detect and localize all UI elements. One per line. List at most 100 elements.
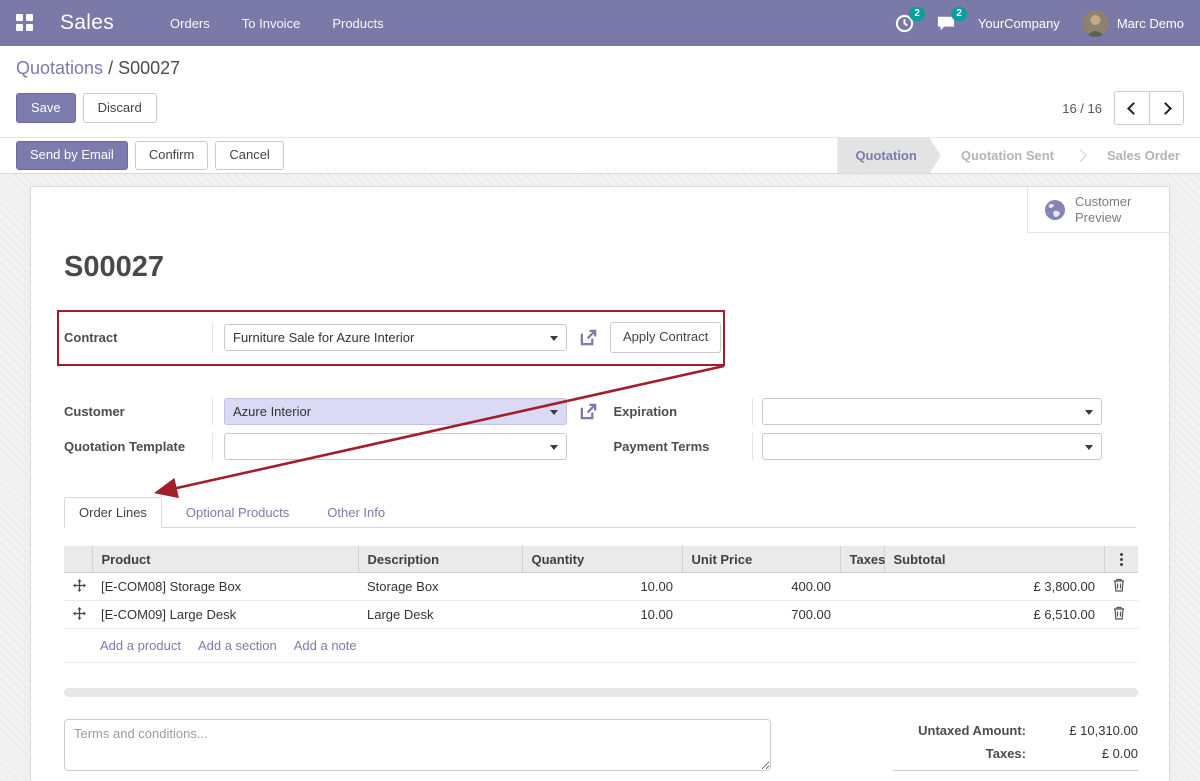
app-brand[interactable]: Sales: [60, 11, 114, 35]
untaxed-amount-label: Untaxed Amount:: [918, 723, 1026, 739]
external-link-icon[interactable]: [579, 328, 598, 347]
messages-badge: 2: [951, 7, 967, 21]
table-row: [E-COM09] Large Desk Large Desk 10.00 70…: [64, 600, 1138, 630]
customer-select[interactable]: Azure Interior: [224, 397, 567, 425]
contract-label: Contract: [64, 329, 118, 345]
content-background: Customer Preview S00027 Contract Furnitu…: [0, 174, 1200, 781]
description-cell[interactable]: Large Desk: [358, 600, 522, 630]
top-navbar: Sales Orders To Invoice Products 2 2 You…: [0, 0, 1200, 46]
user-menu[interactable]: Marc Demo: [1081, 9, 1184, 37]
nav-menu-products[interactable]: Products: [332, 16, 383, 31]
save-button[interactable]: Save: [16, 92, 76, 124]
description-cell[interactable]: Storage Box: [358, 572, 522, 602]
trash-icon: [1114, 579, 1124, 593]
breadcrumb-separator: /: [108, 58, 114, 78]
cancel-button[interactable]: Cancel: [215, 141, 284, 170]
chevron-left-icon: [1127, 101, 1140, 115]
breadcrumb: Quotations / S00027: [16, 58, 1184, 79]
activities-badge: 2: [909, 6, 925, 21]
quantity-cell[interactable]: 10.00: [522, 572, 682, 602]
subtotal-cell: £ 3,800.00: [884, 572, 1104, 602]
subtotal-column-header: Subtotal: [884, 545, 1105, 574]
pager-previous-button[interactable]: [1115, 92, 1149, 124]
tab-order-lines[interactable]: Order Lines: [64, 496, 162, 528]
untaxed-amount-value: £ 10,310.00: [1069, 723, 1138, 739]
terms-and-conditions-input[interactable]: [64, 719, 771, 772]
trash-icon: [1114, 607, 1124, 621]
add-a-section-link[interactable]: Add a section: [198, 638, 277, 653]
confirm-button[interactable]: Confirm: [134, 141, 209, 170]
dropdown-caret-icon: [1084, 444, 1093, 450]
table-footer-links: Add a product Add a section Add a note: [64, 629, 1138, 664]
dropdown-caret-icon: [1084, 409, 1093, 415]
delete-row-button[interactable]: [1104, 600, 1138, 630]
payment-terms-label: Payment Terms: [613, 438, 710, 454]
product-cell[interactable]: [E-COM08] Storage Box: [92, 572, 358, 602]
add-a-product-link[interactable]: Add a product: [100, 638, 181, 653]
add-a-note-link[interactable]: Add a note: [294, 638, 357, 653]
taxes-label: Taxes:: [985, 746, 1026, 762]
customer-preview-label: Customer Preview: [1075, 193, 1132, 225]
messages-icon[interactable]: 2: [936, 7, 967, 32]
vertical-dots-icon: [1114, 552, 1130, 566]
taxes-cell[interactable]: [840, 572, 884, 602]
contract-value: Furniture Sale for Azure Interior: [233, 329, 415, 345]
move-handle-icon: [73, 606, 86, 620]
user-name: Marc Demo: [1116, 15, 1184, 31]
optional-columns-header[interactable]: [1104, 545, 1138, 574]
contract-annotation-box: Contract Furniture Sale for Azure Interi…: [57, 310, 725, 366]
handle-column-header: [64, 545, 93, 574]
quotation-template-label: Quotation Template: [64, 438, 186, 454]
nav-menu-to-invoice[interactable]: To Invoice: [242, 16, 301, 31]
notebook-tabs: Order Lines Optional Products Other Info: [64, 496, 1136, 528]
payment-terms-select[interactable]: [761, 432, 1102, 460]
unit-price-cell[interactable]: 400.00: [682, 572, 840, 602]
activities-icon[interactable]: 2: [895, 6, 925, 33]
status-step-sales-order[interactable]: Sales Order: [1087, 138, 1200, 173]
chevron-right-icon: [1158, 101, 1172, 115]
apps-menu-icon[interactable]: [16, 14, 34, 32]
tab-optional-products[interactable]: Optional Products: [172, 498, 303, 527]
tab-other-info[interactable]: Other Info: [313, 498, 399, 527]
totals-summary: Untaxed Amount: £ 10,310.00 Taxes: £ 0.0…: [893, 719, 1138, 781]
quantity-cell[interactable]: 10.00: [522, 600, 682, 630]
dropdown-caret-icon: [550, 335, 558, 341]
quotation-template-select[interactable]: [224, 432, 567, 460]
move-handle-icon: [73, 578, 86, 592]
table-row: [E-COM08] Storage Box Storage Box 10.00 …: [64, 572, 1138, 602]
expiration-select[interactable]: [761, 397, 1102, 425]
product-column-header: Product: [92, 545, 359, 574]
discard-button[interactable]: Discard: [82, 92, 157, 124]
statusbar: Send by Email Confirm Cancel Quotation Q…: [0, 137, 1200, 174]
table-header-row: Product Description Quantity Unit Price …: [64, 545, 1138, 574]
delete-row-button[interactable]: [1104, 572, 1138, 602]
unit-price-column-header: Unit Price: [682, 545, 841, 574]
taxes-column-header: Taxes: [840, 545, 885, 574]
record-title: S00027: [64, 251, 164, 283]
unit-price-cell[interactable]: 700.00: [682, 600, 840, 630]
drag-handle[interactable]: [64, 600, 92, 630]
taxes-value: £ 0.00: [1101, 746, 1138, 762]
status-step-quotation[interactable]: Quotation: [837, 138, 940, 173]
status-step-quotation-sent[interactable]: Quotation Sent: [941, 138, 1074, 173]
order-lines-table: Product Description Quantity Unit Price …: [64, 545, 1138, 630]
breadcrumb-quotations[interactable]: Quotations: [16, 58, 103, 78]
status-steps: Quotation Quotation Sent Sales Order: [837, 138, 1200, 173]
product-cell[interactable]: [E-COM09] Large Desk: [92, 600, 358, 630]
external-link-icon[interactable]: [579, 402, 598, 421]
send-by-email-button[interactable]: Send by Email: [16, 141, 128, 170]
horizontal-scrollbar[interactable]: [64, 688, 1138, 698]
globe-icon: [1045, 199, 1065, 220]
apply-contract-button[interactable]: Apply Contract: [610, 322, 722, 353]
pager-next-button[interactable]: [1149, 92, 1183, 124]
nav-menus: Orders To Invoice Products: [170, 16, 384, 31]
customer-preview-button[interactable]: Customer Preview: [1027, 187, 1169, 233]
drag-handle[interactable]: [64, 572, 92, 602]
customer-label: Customer: [64, 403, 125, 419]
expiration-label: Expiration: [613, 403, 678, 419]
company-switcher[interactable]: YourCompany: [978, 16, 1060, 31]
taxes-cell[interactable]: [840, 600, 884, 630]
subtotal-cell: £ 6,510.00: [884, 600, 1104, 630]
contract-select[interactable]: Furniture Sale for Azure Interior: [224, 323, 567, 351]
nav-menu-orders[interactable]: Orders: [170, 16, 210, 31]
